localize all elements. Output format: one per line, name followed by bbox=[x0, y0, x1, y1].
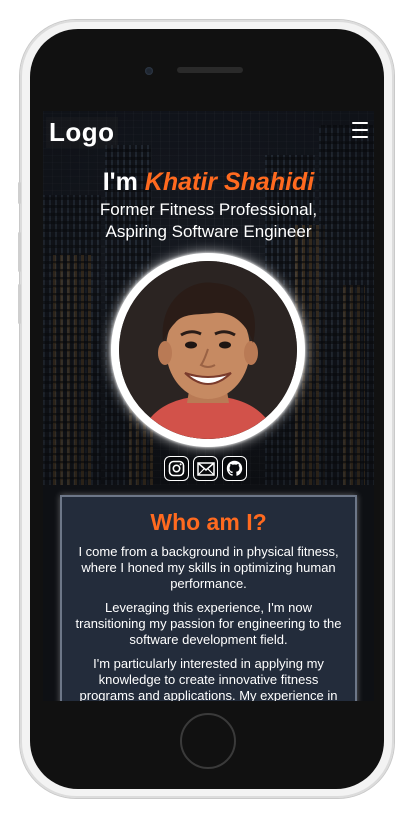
phone-side-button bbox=[18, 182, 21, 204]
profile-photo bbox=[119, 261, 297, 439]
phone-home-button[interactable] bbox=[180, 713, 236, 769]
hero-subtitle: Former Fitness Professional, Aspiring So… bbox=[43, 199, 374, 243]
profile-photo-frame bbox=[111, 253, 305, 447]
hero-subtitle-line: Aspiring Software Engineer bbox=[105, 222, 312, 241]
mail-icon bbox=[196, 461, 215, 476]
phone-volume-up bbox=[18, 232, 21, 272]
about-paragraph: Leveraging this experience, I'm now tran… bbox=[75, 600, 342, 647]
menu-bar bbox=[352, 122, 368, 124]
phone-camera bbox=[145, 67, 153, 75]
github-link[interactable] bbox=[222, 456, 247, 481]
hero-headline: I'm Khatir Shahidi bbox=[43, 167, 374, 197]
site-logo[interactable]: Logo bbox=[46, 117, 118, 148]
profile-photo-illustration bbox=[119, 261, 297, 439]
about-paragraph: I'm particularly interested in applying … bbox=[79, 656, 338, 701]
about-paragraph: I come from a background in physical fit… bbox=[78, 544, 339, 591]
hamburger-menu-icon[interactable] bbox=[352, 122, 368, 138]
hero-section: Logo I'm Khatir Shahidi Former Fitness P… bbox=[43, 111, 374, 485]
phone-speaker bbox=[177, 67, 243, 73]
about-title: Who am I? bbox=[150, 509, 267, 535]
phone-screen: Logo I'm Khatir Shahidi Former Fitness P… bbox=[43, 111, 374, 701]
instagram-icon bbox=[168, 460, 185, 477]
social-links bbox=[164, 456, 247, 481]
hero-greeting: I'm bbox=[102, 168, 138, 196]
instagram-link[interactable] bbox=[164, 456, 189, 481]
menu-bar bbox=[352, 136, 368, 138]
hero-name: Khatir Shahidi bbox=[144, 168, 315, 196]
email-link[interactable] bbox=[193, 456, 218, 481]
hero-subtitle-line: Former Fitness Professional, bbox=[99, 200, 318, 219]
about-card: Who am I? I come from a background in ph… bbox=[60, 495, 357, 701]
phone-volume-down bbox=[18, 284, 21, 324]
github-icon bbox=[226, 460, 243, 476]
menu-bar bbox=[352, 129, 368, 131]
